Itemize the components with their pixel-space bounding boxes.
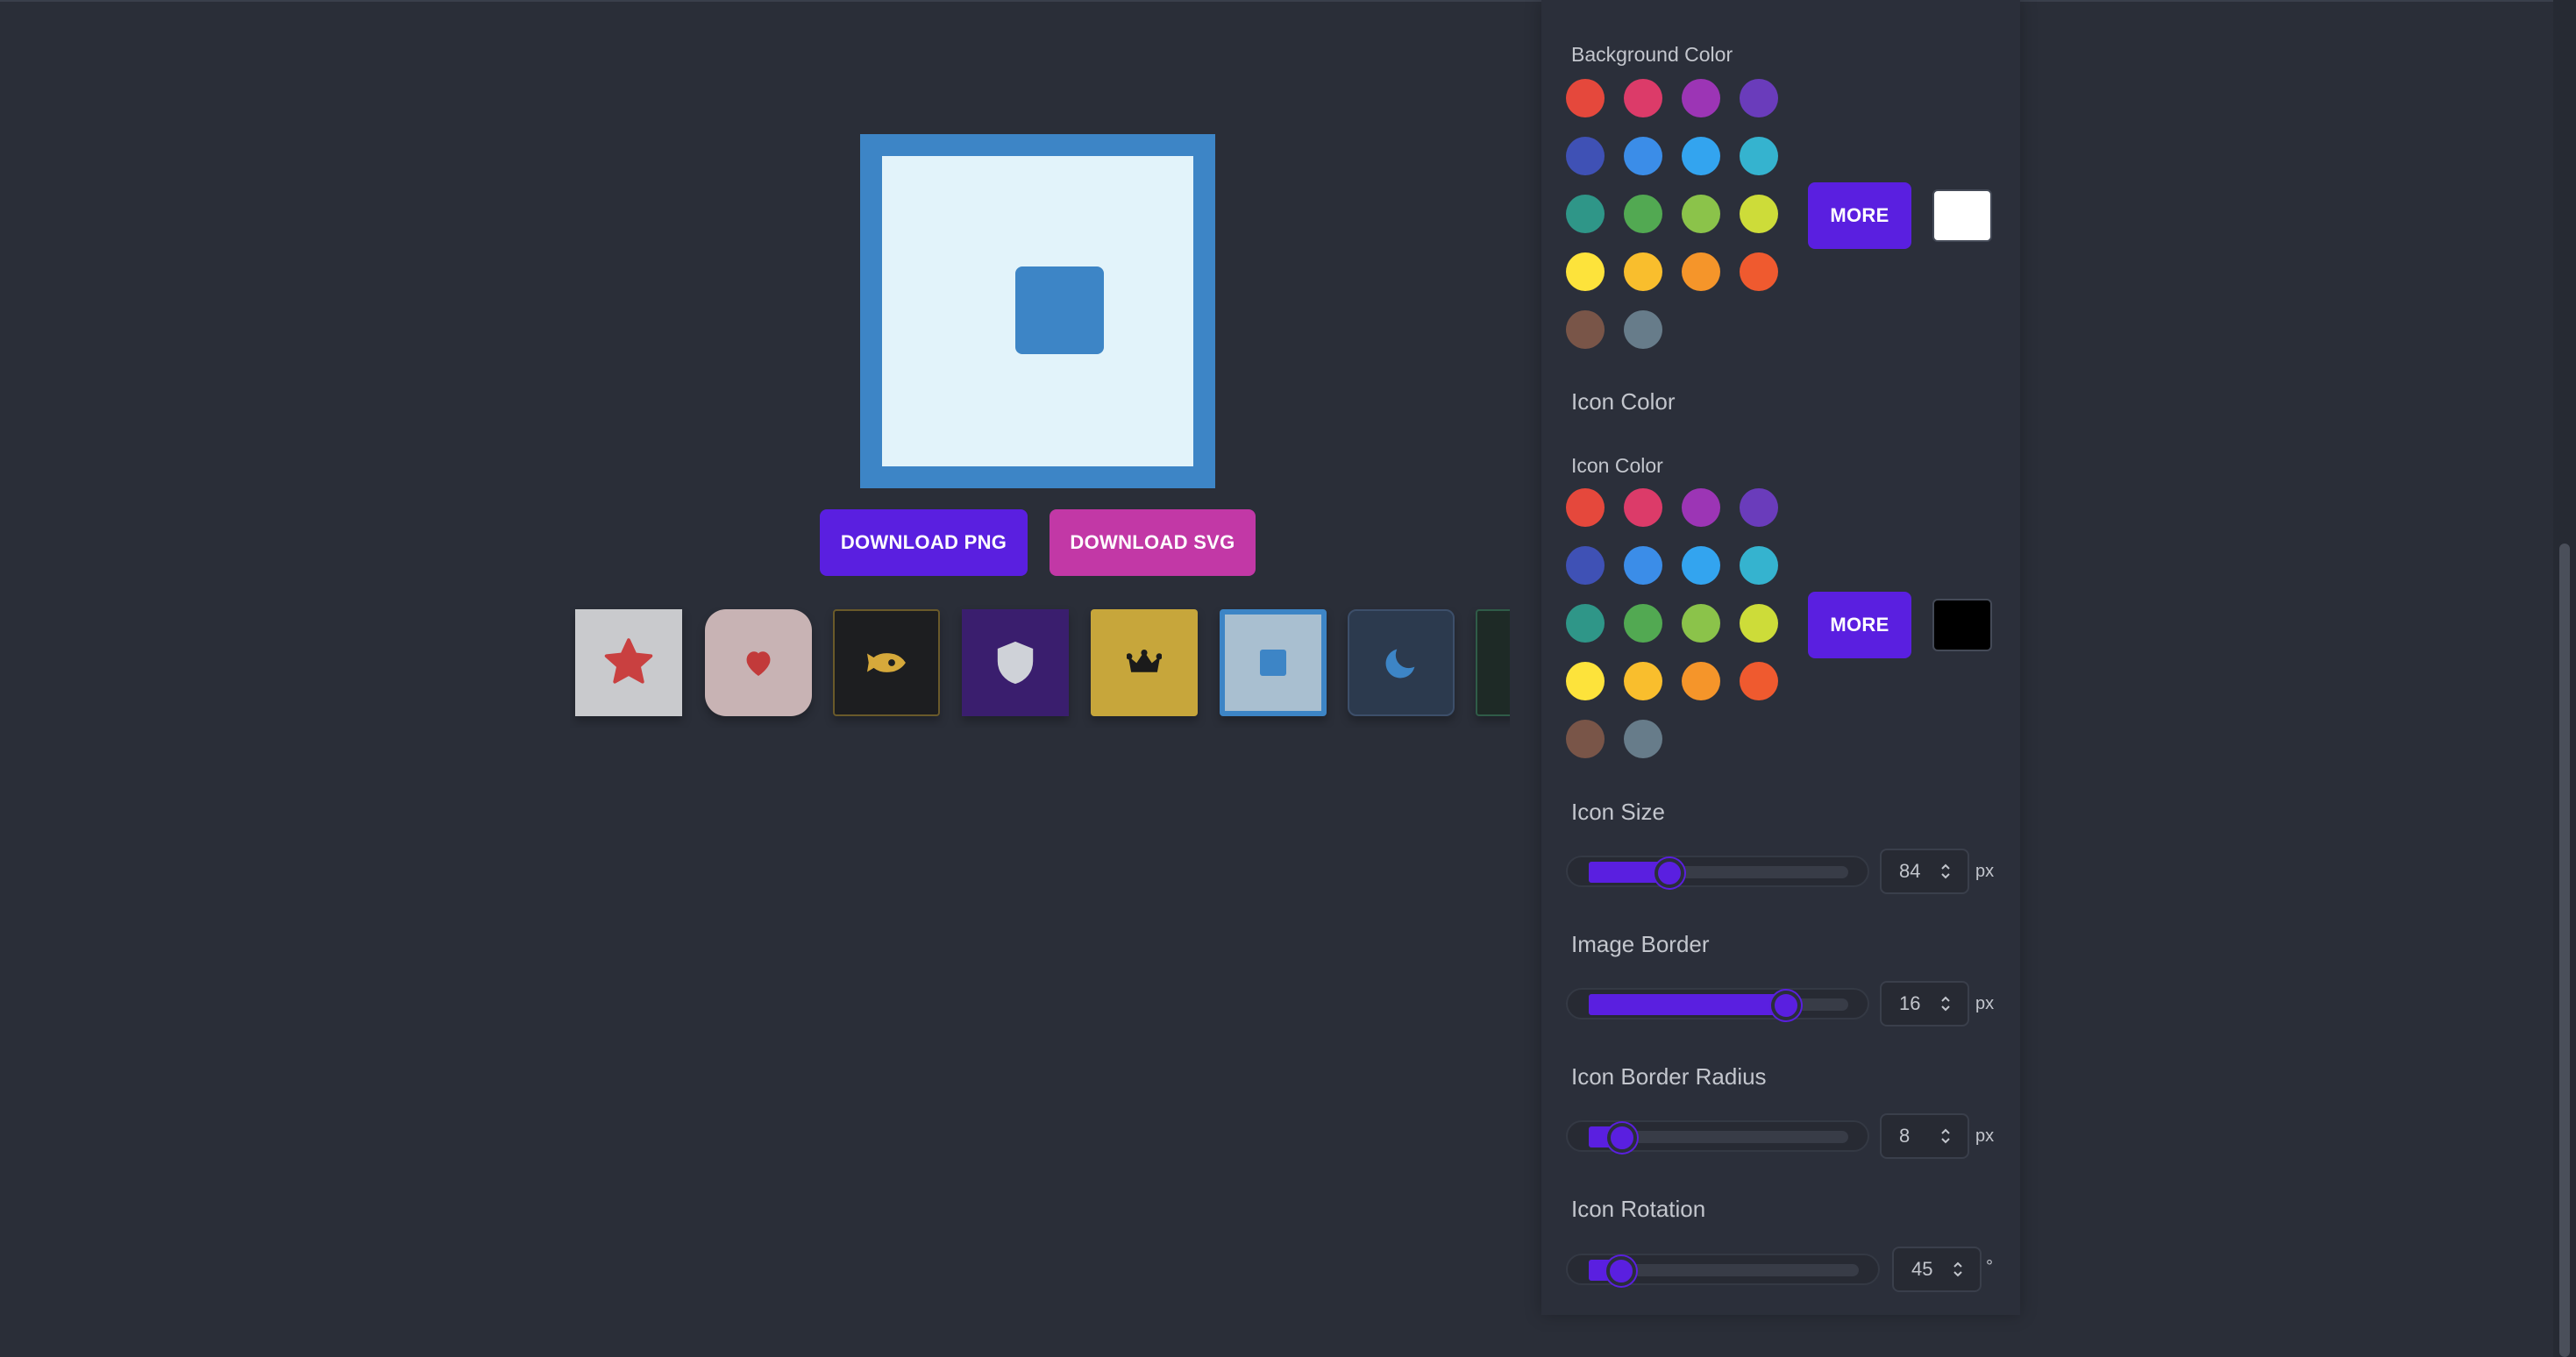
stepper-icon[interactable] bbox=[1939, 862, 1952, 881]
icon-size-input[interactable]: 84 bbox=[1880, 849, 1969, 894]
icon-color-preview[interactable] bbox=[1932, 599, 1992, 651]
background-color-swatch[interactable] bbox=[1682, 195, 1720, 233]
icon-rotation-slider[interactable] bbox=[1566, 1254, 1880, 1286]
icon-color-swatch[interactable] bbox=[1566, 488, 1605, 527]
square-icon bbox=[1260, 650, 1286, 676]
background-color-swatch[interactable] bbox=[1682, 252, 1720, 291]
image-border-label: Image Border bbox=[1571, 931, 1710, 957]
icon-color-swatch[interactable] bbox=[1682, 662, 1720, 700]
background-color-swatch[interactable] bbox=[1566, 195, 1605, 233]
icon-color-swatch[interactable] bbox=[1740, 546, 1778, 585]
icon-size-unit: px bbox=[1975, 862, 1995, 881]
icon-rotation-unit: ° bbox=[1986, 1257, 1993, 1276]
icon-border-radius-value: 8 bbox=[1899, 1125, 1911, 1147]
heart-icon bbox=[746, 651, 771, 677]
background-color-swatch[interactable] bbox=[1624, 79, 1662, 117]
preset-square[interactable] bbox=[1220, 609, 1327, 716]
background-color-swatch[interactable] bbox=[1624, 195, 1662, 233]
icon-border-radius-slider[interactable] bbox=[1566, 1120, 1869, 1153]
preset-crown[interactable] bbox=[1091, 609, 1198, 716]
background-color-swatch[interactable] bbox=[1566, 310, 1605, 349]
background-color-swatch[interactable] bbox=[1624, 252, 1662, 291]
icon-color-swatch[interactable] bbox=[1566, 604, 1605, 643]
preset-moon[interactable] bbox=[1348, 609, 1455, 716]
icon-color-swatch[interactable] bbox=[1740, 604, 1778, 643]
icon-rotation-value: 45 bbox=[1911, 1258, 1933, 1280]
icon-color-swatch[interactable] bbox=[1566, 662, 1605, 700]
background-color-swatch[interactable] bbox=[1740, 137, 1778, 175]
background-color-swatch[interactable] bbox=[1740, 195, 1778, 233]
image-border-input[interactable]: 16 bbox=[1880, 981, 1969, 1027]
background-color-swatch[interactable] bbox=[1566, 137, 1605, 175]
preview-background bbox=[882, 156, 1193, 466]
background-color-swatch[interactable] bbox=[1740, 79, 1778, 117]
clipped-heading bbox=[1571, 0, 1606, 4]
icon-color-swatch[interactable] bbox=[1624, 488, 1662, 527]
icon-color-swatch[interactable] bbox=[1682, 546, 1720, 585]
icon-rotation-label: Icon Rotation bbox=[1571, 1196, 1706, 1222]
icon-size-value: 84 bbox=[1899, 860, 1921, 882]
icon-color-more-button[interactable]: MORE bbox=[1808, 592, 1911, 658]
icon-color-heading: Icon Color bbox=[1571, 388, 1676, 415]
rocket-icon bbox=[866, 653, 906, 672]
background-color-swatch[interactable] bbox=[1624, 310, 1662, 349]
icon-preview bbox=[860, 134, 1215, 488]
download-svg-button[interactable]: DOWNLOAD SVG bbox=[1050, 509, 1256, 576]
background-more-button[interactable]: MORE bbox=[1808, 182, 1911, 249]
icon-color-swatch[interactable] bbox=[1740, 662, 1778, 700]
background-color-preview[interactable] bbox=[1932, 189, 1992, 242]
icon-border-radius-label: Icon Border Radius bbox=[1571, 1063, 1767, 1090]
icon-color-label: Icon Color bbox=[1571, 454, 1663, 477]
background-color-swatch[interactable] bbox=[1566, 79, 1605, 117]
preset-heart[interactable] bbox=[705, 609, 812, 716]
preset-rocket[interactable] bbox=[833, 609, 940, 716]
icon-color-swatch[interactable] bbox=[1682, 488, 1720, 527]
stepper-icon[interactable] bbox=[1939, 1126, 1952, 1146]
image-border-slider[interactable] bbox=[1566, 988, 1869, 1020]
icon-border-radius-input[interactable]: 8 bbox=[1880, 1113, 1969, 1159]
icon-color-swatch[interactable] bbox=[1624, 604, 1662, 643]
background-color-swatch[interactable] bbox=[1624, 137, 1662, 175]
icon-rotation-input[interactable]: 45 bbox=[1892, 1247, 1982, 1292]
stepper-icon[interactable] bbox=[1952, 1260, 1964, 1279]
icon-color-swatch[interactable] bbox=[1624, 546, 1662, 585]
background-color-swatch[interactable] bbox=[1740, 252, 1778, 291]
moon-icon bbox=[1385, 649, 1415, 678]
background-color-label: Background Color bbox=[1571, 43, 1733, 66]
download-png-button[interactable]: DOWNLOAD PNG bbox=[820, 509, 1028, 576]
image-border-value: 16 bbox=[1899, 992, 1921, 1014]
background-color-swatch[interactable] bbox=[1682, 137, 1720, 175]
shield-icon bbox=[997, 641, 1034, 685]
preset-carousel bbox=[570, 605, 1510, 728]
preset-star[interactable] bbox=[575, 609, 682, 716]
window-top-border bbox=[0, 0, 2576, 2]
icon-size-label: Icon Size bbox=[1571, 799, 1665, 825]
page-scrollbar-thumb[interactable] bbox=[2559, 544, 2570, 1357]
icon-color-swatch[interactable] bbox=[1624, 720, 1662, 758]
star-icon bbox=[604, 638, 653, 684]
image-border-unit: px bbox=[1975, 994, 1995, 1013]
icon-color-swatch[interactable] bbox=[1624, 662, 1662, 700]
stepper-icon[interactable] bbox=[1939, 994, 1952, 1013]
background-color-swatch[interactable] bbox=[1566, 252, 1605, 291]
icon-color-swatch[interactable] bbox=[1682, 604, 1720, 643]
settings-panel: Background Color MORE Icon Color Icon Co… bbox=[1541, 0, 2020, 1315]
square-icon bbox=[1015, 266, 1104, 354]
icon-size-slider[interactable] bbox=[1566, 856, 1869, 888]
preset-shield[interactable] bbox=[962, 609, 1069, 716]
icon-color-swatch[interactable] bbox=[1740, 488, 1778, 527]
crown-icon bbox=[1127, 650, 1162, 672]
preset-partial[interactable] bbox=[1476, 609, 1510, 716]
background-color-swatch[interactable] bbox=[1682, 79, 1720, 117]
icon-border-radius-unit: px bbox=[1975, 1126, 1995, 1146]
icon-color-swatch[interactable] bbox=[1566, 546, 1605, 585]
icon-color-swatch[interactable] bbox=[1566, 720, 1605, 758]
